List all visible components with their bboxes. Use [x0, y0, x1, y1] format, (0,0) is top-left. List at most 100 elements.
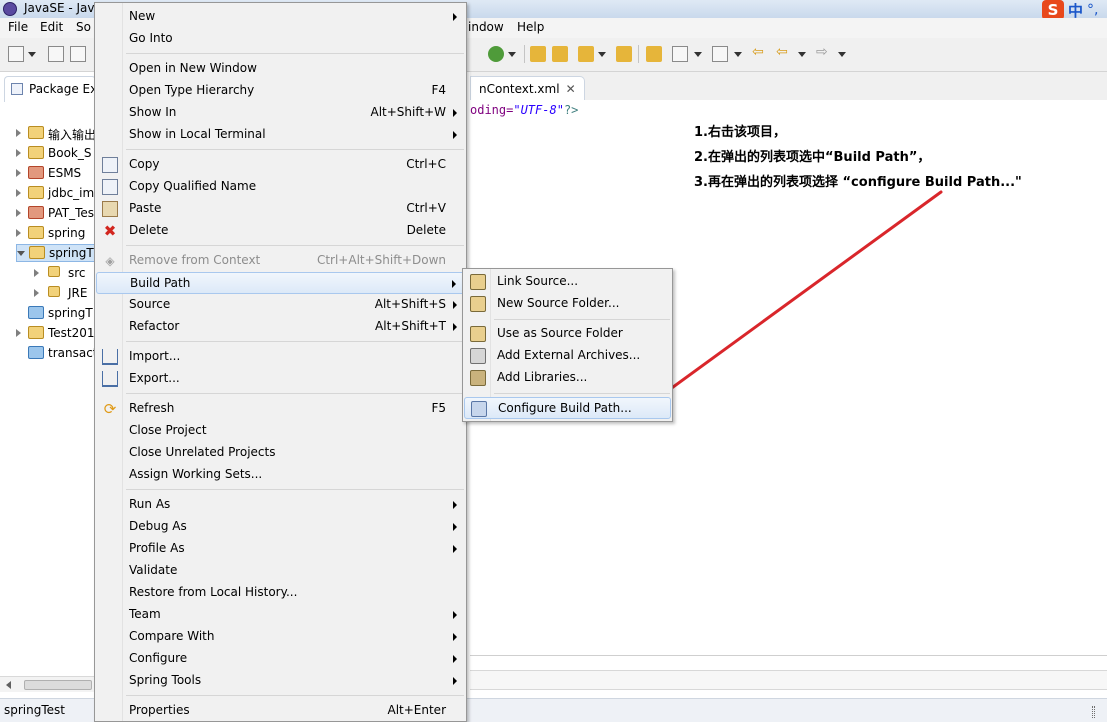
tree-item[interactable]: springT [16, 305, 95, 323]
menu-item-open-type-hierarchy[interactable]: Open Type Hierarchy F4 [96, 80, 465, 102]
menu-item-label: Build Path [130, 276, 191, 290]
scroll-thumb[interactable] [24, 680, 92, 690]
menu-item-label: Delete [129, 223, 169, 237]
close-icon[interactable]: ✕ [566, 82, 576, 96]
expand-arrow-icon[interactable] [16, 189, 21, 197]
tree-item[interactable]: JRE [34, 285, 95, 303]
tree-item[interactable]: src [34, 265, 95, 283]
menu-item-delete[interactable]: ✖ Delete Delete [96, 220, 465, 242]
menu-item-go-into[interactable]: Go Into [96, 28, 465, 50]
menu-item-run-as[interactable]: Run As [96, 494, 465, 516]
menu-item-compare-with[interactable]: Compare With [96, 626, 465, 648]
menu-item-new-source-folder[interactable]: New Source Folder... [464, 293, 671, 315]
menu-item-export[interactable]: Export... [96, 368, 465, 390]
ime-punct-label[interactable]: °, [1087, 2, 1098, 18]
expand-arrow-icon[interactable] [34, 289, 39, 297]
menu-item-spring-tools[interactable]: Spring Tools [96, 670, 465, 692]
menu-item-configure[interactable]: Configure [96, 648, 465, 670]
back-dropdown-icon[interactable] [798, 52, 806, 57]
menu-source[interactable]: So [76, 20, 91, 34]
expand-arrow-icon[interactable] [16, 129, 21, 137]
prev-annotation-dropdown-icon[interactable] [734, 52, 742, 57]
scroll-left-icon[interactable] [6, 681, 11, 689]
horizontal-scrollbar[interactable] [0, 676, 95, 692]
menu-item-debug-as[interactable]: Debug As [96, 516, 465, 538]
annotation-icon[interactable] [646, 46, 662, 62]
back-icon[interactable]: ⇦ [776, 44, 788, 60]
forward-icon[interactable]: ⇨ [816, 44, 828, 60]
menu-item-source[interactable]: Source Alt+Shift+S [96, 294, 465, 316]
menu-item-refresh[interactable]: ⟳ Refresh F5 [96, 398, 465, 420]
forward-dropdown-icon[interactable] [838, 52, 846, 57]
expand-arrow-icon[interactable] [16, 209, 21, 217]
pen-dropdown-icon[interactable] [598, 52, 606, 57]
expand-arrow-icon[interactable] [16, 169, 21, 177]
tree-item[interactable]: spring [16, 225, 95, 243]
save-all-icon[interactable] [70, 46, 86, 62]
menu-help[interactable]: Help [517, 20, 544, 34]
menu-item-restore-local-history[interactable]: Restore from Local History... [96, 582, 465, 604]
menu-item-show-in[interactable]: Show In Alt+Shift+W [96, 102, 465, 124]
menu-item-copy-qualified-name[interactable]: Copy Qualified Name [96, 176, 465, 198]
menu-item-properties[interactable]: Properties Alt+Enter [96, 700, 465, 722]
package-explorer-tab[interactable]: Package Ex [4, 76, 97, 102]
menu-item-close-project[interactable]: Close Project [96, 420, 465, 442]
menu-item-validate[interactable]: Validate [96, 560, 465, 582]
status-grip-icon[interactable] [1092, 706, 1095, 718]
menu-item-link-source[interactable]: Link Source... [464, 271, 671, 293]
menu-item-build-path[interactable]: Build Path [96, 272, 465, 294]
menu-item-label: Copy Qualified Name [129, 179, 257, 193]
menu-file[interactable]: File [8, 20, 28, 34]
menu-item-import[interactable]: Import... [96, 346, 465, 368]
menu-item-add-libraries[interactable]: Add Libraries... [464, 367, 671, 389]
editor-code-line[interactable]: oding="UTF-8"?> [470, 103, 578, 117]
last-edit-icon[interactable]: ⇦ [752, 44, 764, 60]
ime-indicator[interactable]: S 中 °, [1042, 0, 1098, 20]
menu-item-show-local-terminal[interactable]: Show in Local Terminal [96, 124, 465, 146]
save-icon[interactable] [48, 46, 64, 62]
next-annotation-icon[interactable] [672, 46, 688, 62]
open-project-icon[interactable] [530, 46, 546, 62]
refresh-dropdown-icon[interactable] [508, 52, 516, 57]
menu-item-close-unrelated-projects[interactable]: Close Unrelated Projects [96, 442, 465, 464]
menu-item-copy[interactable]: Copy Ctrl+C [96, 154, 465, 176]
refresh-toolbar-icon[interactable] [488, 46, 504, 62]
menu-item-shortcut: Ctrl+C [406, 157, 446, 171]
menu-item-open-new-window[interactable]: Open in New Window [96, 58, 465, 80]
tree-item-selected[interactable]: springT [16, 244, 95, 262]
tree-item[interactable]: ESMS [16, 165, 95, 183]
expand-arrow-icon[interactable] [34, 269, 39, 277]
expand-arrow-icon[interactable] [16, 149, 21, 157]
menu-item-profile-as[interactable]: Profile As [96, 538, 465, 560]
menu-edit[interactable]: Edit [40, 20, 63, 34]
collapse-arrow-icon[interactable] [17, 251, 25, 256]
tree-item[interactable]: PAT_Tes [16, 205, 95, 223]
menu-item-configure-build-path[interactable]: Configure Build Path... [464, 397, 671, 419]
sogou-ime-icon[interactable]: S [1042, 0, 1064, 20]
expand-arrow-icon[interactable] [16, 329, 21, 337]
new-icon[interactable] [8, 46, 24, 62]
new-dropdown-icon[interactable] [28, 52, 36, 57]
tree-item[interactable]: jdbc_im [16, 185, 95, 203]
menu-item-use-as-source-folder[interactable]: Use as Source Folder [464, 323, 671, 345]
submenu-arrow-icon [453, 655, 457, 663]
prev-annotation-icon[interactable] [712, 46, 728, 62]
open-folder-icon[interactable] [552, 46, 568, 62]
tree-item[interactable]: Book_S [16, 145, 95, 163]
tree-item[interactable]: Test201 [16, 325, 95, 343]
tree-item[interactable]: transact [16, 345, 98, 363]
pen-icon[interactable] [578, 46, 594, 62]
menu-item-team[interactable]: Team [96, 604, 465, 626]
expand-arrow-icon[interactable] [16, 229, 21, 237]
menu-item-assign-working-sets[interactable]: Assign Working Sets... [96, 464, 465, 486]
folder-open-icon[interactable] [616, 46, 632, 62]
menu-item-new[interactable]: New [96, 6, 465, 28]
project-folder-icon [28, 226, 44, 239]
next-annotation-dropdown-icon[interactable] [694, 52, 702, 57]
menu-window[interactable]: indow [468, 20, 504, 34]
menu-item-paste[interactable]: Paste Ctrl+V [96, 198, 465, 220]
menu-item-add-external-archives[interactable]: Add External Archives... [464, 345, 671, 367]
menu-item-refactor[interactable]: Refactor Alt+Shift+T [96, 316, 465, 338]
tree-item[interactable]: 输入输出 [16, 125, 96, 143]
editor-tab[interactable]: nContext.xml ✕ [470, 76, 585, 100]
